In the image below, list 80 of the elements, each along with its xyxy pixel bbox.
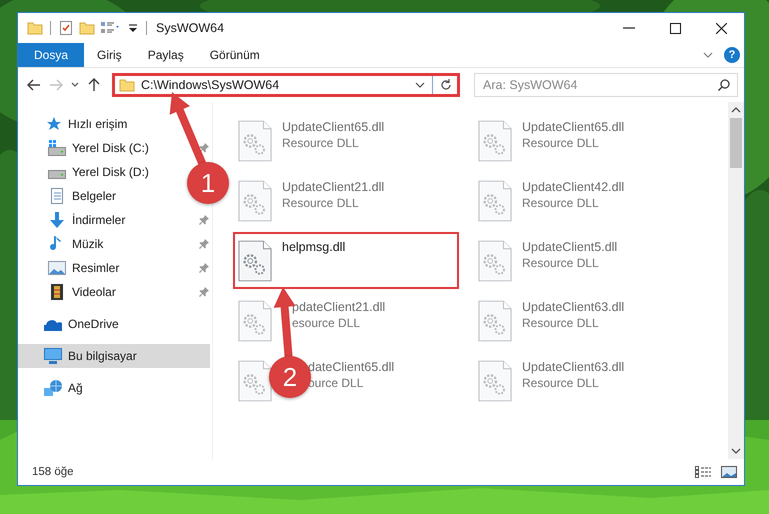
details-view-icon[interactable] (694, 465, 712, 479)
file-name[interactable]: dateClient65.dll (308, 360, 394, 374)
pin-icon[interactable] (199, 143, 209, 153)
sidebar-item[interactable]: İndirmeler (72, 213, 126, 227)
sidebar-item[interactable]: Yerel Disk (C:) (72, 141, 149, 155)
sidebar-item[interactable]: OneDrive (68, 317, 119, 331)
gear-file-icon[interactable] (238, 239, 272, 283)
file-name[interactable]: UpdateClient5.dll (522, 240, 618, 254)
file-type: Resource DLL (522, 256, 600, 270)
minimize-icon (623, 27, 635, 29)
up-icon[interactable] (86, 77, 102, 93)
file-type: Resource DLL (282, 196, 360, 210)
file-name[interactable]: pdateClient21.dll (292, 300, 386, 314)
window-title: SysWOW64 (156, 21, 224, 35)
maximize-icon (670, 22, 680, 34)
document-icon (48, 188, 66, 204)
scrollbar[interactable] (728, 102, 744, 459)
scroll-up-icon[interactable] (731, 106, 741, 114)
pin-icon[interactable] (199, 215, 209, 225)
scroll-down-icon[interactable] (731, 447, 741, 455)
sidebar-item[interactable]: Belgeler (72, 189, 116, 203)
ribbon-tab[interactable]: Görünüm (196, 43, 273, 67)
film-icon (48, 284, 66, 300)
file-name[interactable]: helpmsg.dll (282, 240, 346, 254)
item-count: 158 öğe (32, 466, 74, 478)
network-icon (44, 380, 62, 396)
file-name[interactable]: UpdateClient65.dll (282, 120, 384, 134)
gear-file-icon[interactable] (478, 239, 512, 283)
file-type: Resource DLL (282, 136, 360, 150)
pin-icon[interactable] (199, 287, 209, 297)
file-type: Resource DLL (522, 376, 600, 390)
sidebar-item[interactable]: Videolar (72, 285, 116, 299)
sidebar-item[interactable]: Ağ (68, 381, 83, 395)
pin-icon[interactable] (199, 239, 209, 249)
down-arrow-icon (48, 212, 66, 228)
computer-icon (44, 348, 62, 364)
refresh-icon[interactable] (439, 78, 453, 92)
scroll-thumb[interactable] (730, 118, 742, 168)
search-field[interactable]: Ara: SysWOW64 (474, 73, 738, 97)
picture-icon (48, 260, 66, 276)
drive-icon (48, 170, 66, 178)
ribbon-tab[interactable]: Dosya (18, 43, 84, 67)
folder-icon[interactable] (79, 20, 95, 36)
address-bar[interactable]: C:\Windows\SysWOW64 (112, 73, 460, 97)
sidebar-item[interactable]: Bu bilgisayar (18, 344, 210, 368)
folder-icon[interactable] (27, 20, 43, 36)
customize-dropdown-icon[interactable] (127, 22, 139, 34)
checklist-icon[interactable] (58, 20, 74, 36)
pin-icon[interactable] (199, 263, 209, 273)
folder-icon (119, 77, 135, 93)
file-type: Resource DLL (522, 316, 600, 330)
file-name[interactable]: UpdateClient63.dll (522, 300, 624, 314)
gear-file-icon[interactable] (238, 299, 272, 343)
gear-file-icon[interactable] (478, 299, 512, 343)
file-name[interactable]: UpdateClient42.dll (522, 180, 624, 194)
gear-file-icon[interactable] (238, 119, 272, 163)
file-type: esource DLL (292, 316, 362, 330)
back-icon[interactable] (26, 77, 42, 93)
large-icons-view-icon[interactable] (720, 465, 738, 479)
gear-file-icon[interactable] (478, 119, 512, 163)
sidebar-item[interactable]: Hızlı erişim (68, 117, 128, 131)
search-icon[interactable] (717, 78, 731, 92)
gear-file-icon[interactable] (238, 179, 272, 223)
help-button[interactable]: ? (724, 47, 740, 63)
sidebar-item[interactable]: Müzik (72, 237, 104, 251)
drive-icon (48, 140, 66, 156)
sidebar-item[interactable]: Yerel Disk (D:) (72, 165, 149, 179)
file-name[interactable]: UpdateClient21.dll (282, 180, 384, 194)
gear-file-icon[interactable] (238, 359, 272, 403)
file-name[interactable]: UpdateClient63.dll (522, 360, 624, 374)
file-name[interactable]: UpdateClient65.dll (522, 120, 624, 134)
file-type: Resource DLL (522, 196, 600, 210)
close-icon (716, 22, 726, 34)
ribbon-tab[interactable]: Paylaş (134, 43, 197, 67)
properties-icon[interactable] (100, 20, 122, 36)
sidebar-item[interactable]: Resimler (72, 261, 120, 275)
ribbon-tab[interactable]: Giriş (84, 43, 135, 67)
gear-file-icon[interactable] (478, 179, 512, 223)
gear-file-icon[interactable] (478, 359, 512, 403)
file-type: Resource DLL (522, 136, 600, 150)
